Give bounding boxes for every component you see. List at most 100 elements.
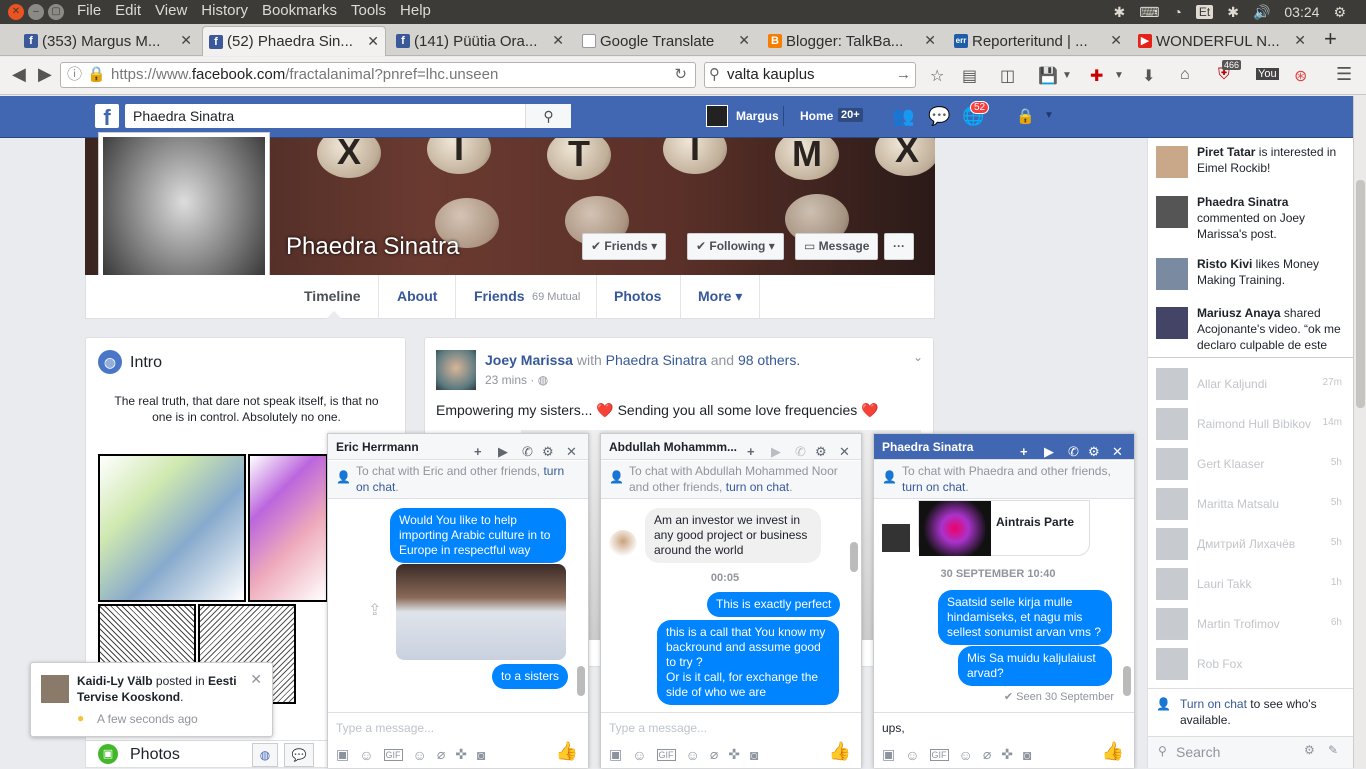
phone-icon[interactable]: ✆ bbox=[522, 439, 533, 459]
photo-thumbnail[interactable] bbox=[98, 454, 246, 602]
menu-edit[interactable]: Edit bbox=[108, 2, 148, 19]
close-tab-icon[interactable]: ✕ bbox=[738, 32, 750, 49]
avatar[interactable] bbox=[882, 524, 910, 552]
download-icon[interactable]: ⬇ bbox=[1142, 66, 1155, 86]
chat-friend[interactable]: Raimond Hull Bibikov 14m bbox=[1156, 408, 1350, 440]
ticker-item[interactable]: Mariusz Anaya shared Acojonante's video.… bbox=[1156, 305, 1350, 355]
privacy-lock-icon[interactable]: 🔒 bbox=[1016, 107, 1035, 125]
close-tab-icon[interactable]: ✕ bbox=[1110, 32, 1122, 49]
emoji-icon[interactable]: ☺ bbox=[686, 747, 700, 763]
user-name[interactable]: Margus bbox=[736, 109, 779, 123]
chat-header[interactable]: Phaedra Sinatra + ▶ ✆ ⚙ ✕ bbox=[874, 434, 1134, 460]
facebook-logo-icon[interactable]: f bbox=[95, 104, 119, 130]
close-tab-icon[interactable]: ✕ bbox=[180, 32, 192, 49]
camera-icon[interactable]: ◙ bbox=[477, 747, 485, 763]
lifebuoy-icon[interactable]: ⊛ bbox=[1294, 66, 1307, 86]
compose-icon[interactable]: ✎ bbox=[1328, 743, 1338, 757]
menu-help[interactable]: Help bbox=[393, 2, 438, 19]
video-call-icon[interactable]: ▶ bbox=[1044, 439, 1054, 459]
globe-icon[interactable]: ◍ bbox=[252, 743, 278, 767]
avatar[interactable] bbox=[706, 105, 728, 127]
bluetooth-status-icon[interactable]: ✱ bbox=[1227, 4, 1239, 21]
gif-icon[interactable]: GIF bbox=[383, 748, 403, 761]
pocket-icon[interactable]: ◫ bbox=[1000, 66, 1015, 86]
sticker-icon[interactable]: ☺ bbox=[905, 747, 919, 763]
chevron-down-icon[interactable]: ⌄ bbox=[913, 350, 923, 364]
chevron-down-icon[interactable]: ▼ bbox=[1114, 70, 1124, 81]
camera-icon[interactable]: ◙ bbox=[1023, 747, 1031, 763]
photo-icon[interactable]: ▣ bbox=[609, 746, 622, 763]
chat-scrollbar[interactable] bbox=[1122, 502, 1132, 706]
youtube-addon-icon[interactable]: You bbox=[1256, 68, 1279, 80]
add-person-icon[interactable]: + bbox=[474, 439, 482, 459]
keyboard-icon[interactable]: ⌨ bbox=[1139, 4, 1159, 21]
menu-view[interactable]: View bbox=[148, 2, 194, 19]
tab-phaedra[interactable]: f (52) Phaedra Sin... ✕ bbox=[202, 26, 386, 56]
tagged-person[interactable]: Phaedra Sinatra bbox=[606, 352, 707, 368]
tab-blogger[interactable]: B Blogger: TalkBa... ✕ bbox=[762, 26, 942, 56]
home-icon[interactable]: ⌂ bbox=[1180, 66, 1190, 84]
tab-timeline[interactable]: Timeline bbox=[304, 288, 361, 304]
shared-link-card[interactable]: Aintrais Parte bbox=[918, 500, 1090, 556]
friend-requests-icon[interactable]: 👥 bbox=[892, 106, 914, 127]
keyboard-layout[interactable]: Et bbox=[1195, 5, 1214, 19]
chat-friend[interactable]: Rob Fox bbox=[1156, 648, 1350, 680]
video-call-icon[interactable]: ▶ bbox=[498, 439, 508, 459]
menu-file[interactable]: File bbox=[70, 2, 108, 19]
back-icon[interactable]: ◀ bbox=[12, 64, 26, 85]
sticker-icon[interactable]: ☺ bbox=[359, 747, 373, 763]
gif-icon[interactable]: GIF bbox=[656, 748, 676, 761]
gear-icon[interactable]: ⚙ bbox=[542, 439, 554, 459]
phone-icon[interactable]: ✆ bbox=[795, 439, 806, 459]
tab-puutia[interactable]: f (141) Püütia Ora... ✕ bbox=[390, 26, 570, 56]
chat-friend[interactable]: Lauri Takk 1h bbox=[1156, 568, 1350, 600]
notification-popup[interactable]: Kaidi-Ly Välb posted in Eesti Tervise Ko… bbox=[30, 662, 273, 737]
gear-icon[interactable]: ⚙ bbox=[1304, 743, 1315, 757]
messages-icon[interactable]: 💬 bbox=[928, 106, 950, 127]
page-scrollbar[interactable] bbox=[1353, 96, 1366, 768]
scroll-thumb[interactable] bbox=[850, 542, 858, 572]
tab-friends[interactable]: Friends bbox=[474, 288, 525, 304]
addon-icon[interactable]: ✚ bbox=[1090, 66, 1103, 86]
phone-icon[interactable]: ✆ bbox=[1068, 439, 1079, 459]
emoji-icon[interactable]: ☺ bbox=[413, 747, 427, 763]
tab-reporteritund[interactable]: err Reporteritund | ... ✕ bbox=[948, 26, 1128, 56]
search-input[interactable]: ⚲ valta kauplus → bbox=[704, 62, 916, 88]
profile-name[interactable]: Phaedra Sinatra bbox=[286, 233, 459, 261]
bookmark-star-icon[interactable]: ☆ bbox=[930, 66, 944, 86]
gear-icon[interactable]: ⚙ bbox=[1088, 439, 1100, 459]
gear-icon[interactable]: ⚙ bbox=[815, 439, 827, 459]
minimize-window-icon[interactable]: – bbox=[28, 4, 44, 20]
clock[interactable]: 03:24 bbox=[1284, 4, 1319, 20]
share-icon[interactable]: ⇪ bbox=[368, 600, 381, 620]
attach-icon[interactable]: ⌀ bbox=[983, 746, 991, 763]
like-icon[interactable]: 👍 bbox=[829, 741, 851, 762]
chat-scrollbar[interactable] bbox=[849, 502, 859, 706]
turn-on-chat-link[interactable]: turn on chat bbox=[902, 480, 965, 494]
forward-icon[interactable]: ▶ bbox=[38, 64, 52, 85]
chevron-down-icon[interactable]: ▼ bbox=[1044, 110, 1054, 121]
more-options-button[interactable]: ··· bbox=[884, 233, 914, 260]
following-button[interactable]: ✔ Following ▾ bbox=[687, 233, 784, 260]
tab-youtube[interactable]: ▶ WONDERFUL N... ✕ bbox=[1132, 26, 1312, 56]
close-window-icon[interactable]: ✕ bbox=[8, 4, 24, 20]
post-author[interactable]: Joey Marissa bbox=[485, 352, 573, 368]
chat-friend[interactable]: Allar Kaljundi 27m bbox=[1156, 368, 1350, 400]
close-tab-icon[interactable]: ✕ bbox=[924, 32, 936, 49]
close-tab-icon[interactable]: ✕ bbox=[367, 33, 379, 50]
power-icon[interactable]: ⚙ bbox=[1333, 4, 1346, 21]
volume-icon[interactable]: 🔊 bbox=[1253, 4, 1270, 21]
chat-header[interactable]: Eric Herrmann + ▶ ✆ ⚙ ✕ bbox=[328, 434, 588, 460]
go-icon[interactable]: → bbox=[896, 63, 911, 87]
wifi-icon[interactable]: ◔ bbox=[1173, 4, 1181, 20]
bluetooth-icon[interactable]: ✱ bbox=[1113, 4, 1125, 21]
close-tab-icon[interactable]: ✕ bbox=[1294, 32, 1306, 49]
menu-bookmarks[interactable]: Bookmarks bbox=[255, 2, 344, 19]
home-link[interactable]: Home bbox=[800, 109, 833, 123]
info-icon[interactable]: ⓘ bbox=[67, 63, 82, 87]
close-icon[interactable]: ✕ bbox=[566, 439, 577, 459]
avatar[interactable] bbox=[436, 350, 476, 390]
photos-title[interactable]: Photos bbox=[130, 746, 180, 764]
message-input[interactable]: Type a message... bbox=[601, 712, 861, 740]
hamburger-menu-icon[interactable]: ☰ bbox=[1336, 64, 1352, 85]
